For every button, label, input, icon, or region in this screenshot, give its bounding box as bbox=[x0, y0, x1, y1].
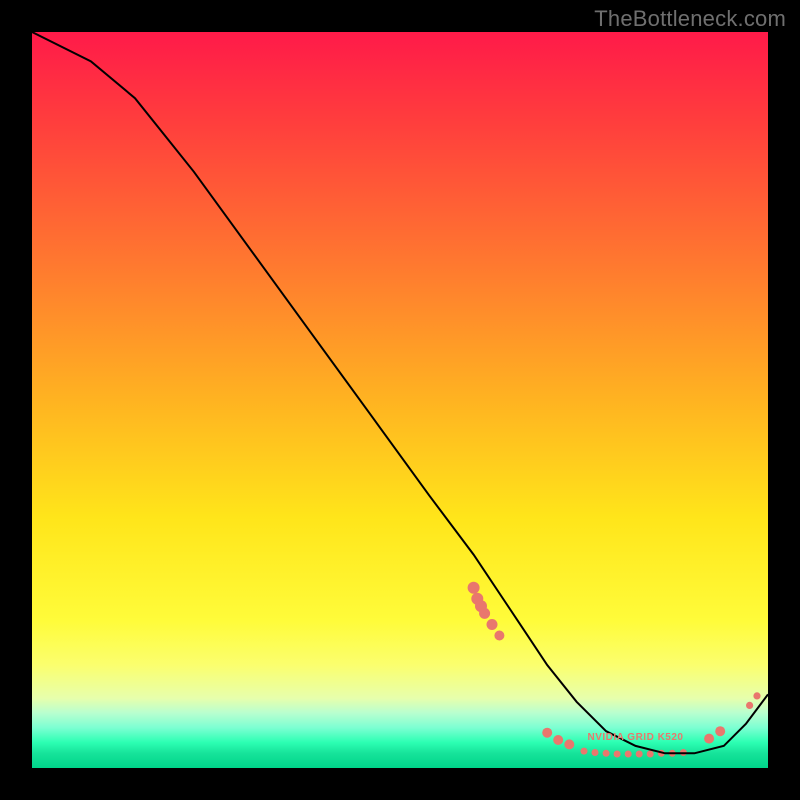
data-marker bbox=[636, 751, 643, 758]
data-marker bbox=[468, 582, 480, 594]
data-marker bbox=[592, 749, 599, 756]
data-marker bbox=[603, 750, 610, 757]
data-marker bbox=[746, 702, 753, 709]
data-marker bbox=[614, 751, 621, 758]
watermark-text: TheBottleneck.com bbox=[594, 6, 786, 32]
chart-stage: TheBottleneck.com NVIDIA GRID K520 bbox=[0, 0, 800, 800]
data-marker bbox=[494, 631, 504, 641]
data-marker bbox=[581, 748, 588, 755]
data-marker bbox=[553, 735, 563, 745]
data-marker bbox=[542, 728, 552, 738]
data-marker bbox=[487, 619, 498, 630]
data-marker bbox=[479, 608, 490, 619]
data-marker bbox=[753, 692, 760, 699]
dash-label: NVIDIA GRID K520 bbox=[588, 732, 684, 743]
plot-area: NVIDIA GRID K520 bbox=[32, 32, 768, 768]
data-marker bbox=[647, 751, 654, 758]
data-marker bbox=[625, 751, 632, 758]
data-marker bbox=[704, 734, 714, 744]
data-marker bbox=[564, 739, 574, 749]
curve-line bbox=[32, 32, 768, 753]
data-marker bbox=[715, 726, 725, 736]
chart-svg: NVIDIA GRID K520 bbox=[32, 32, 768, 768]
